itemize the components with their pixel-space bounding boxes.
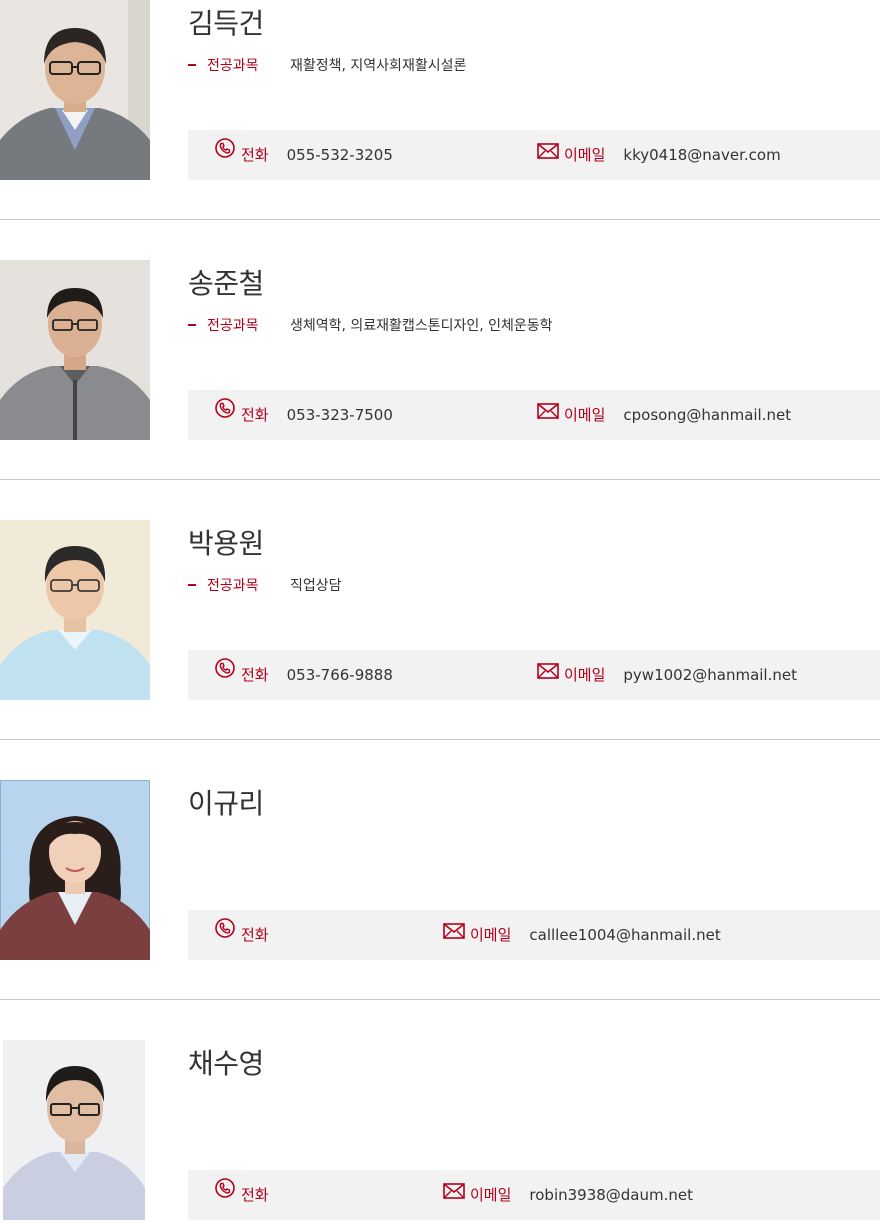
major-label: 전공과목	[207, 58, 259, 74]
major-label: 전공과목	[207, 578, 259, 594]
faculty-name: 김득건	[188, 7, 264, 40]
faculty-name: 채수영	[188, 1047, 264, 1080]
faculty-card: 김득건 전공과목 재활정책, 지역사회재활시설론 전화 055-532-3205 이…	[0, 0, 880, 180]
major-value: 생체역학, 의료재활캡스톤디자인, 인체운동학	[290, 318, 553, 334]
faculty-major: 전공과목 직업상담	[188, 576, 342, 596]
faculty-name: 박용원	[188, 527, 264, 560]
faculty-photo	[0, 520, 150, 700]
email-info: 이메일 robin3938@daum.net	[443, 1170, 693, 1220]
phone-label: 전화	[241, 146, 269, 164]
phone-value: 053-766-9888	[286, 666, 393, 684]
contact-bar: 전화 053-766-9888 이메일 pyw1002@hanmail.net	[188, 650, 880, 700]
phone-value: 053-323-7500	[286, 406, 393, 424]
phone-info: 전화 053-766-9888	[214, 650, 393, 700]
phone-info: 전화	[214, 910, 287, 960]
phone-icon	[214, 909, 236, 959]
envelope-icon	[443, 1169, 465, 1219]
email-label: 이메일	[470, 926, 512, 944]
phone-label: 전화	[241, 406, 269, 424]
phone-icon	[214, 1169, 236, 1219]
email-value[interactable]: pyw1002@hanmail.net	[623, 666, 797, 684]
email-info: 이메일 pyw1002@hanmail.net	[537, 650, 797, 700]
phone-value: 055-532-3205	[286, 146, 393, 164]
email-label: 이메일	[470, 1186, 512, 1204]
phone-info: 전화	[214, 1170, 287, 1220]
phone-info: 전화 055-532-3205	[214, 130, 393, 180]
email-info: 이메일 kky0418@naver.com	[537, 130, 781, 180]
phone-icon	[214, 129, 236, 179]
major-label: 전공과목	[207, 318, 259, 334]
major-value: 직업상담	[290, 578, 342, 594]
faculty-photo	[0, 0, 150, 180]
faculty-card: 박용원 전공과목 직업상담 전화 053-766-9888 이메일 pyw1002@h…	[0, 480, 880, 700]
dash-icon	[188, 324, 196, 326]
email-info: 이메일 cposong@hanmail.net	[537, 390, 791, 440]
contact-bar: 전화 055-532-3205 이메일 kky0418@naver.com	[188, 130, 880, 180]
faculty-major: 전공과목 생체역학, 의료재활캡스톤디자인, 인체운동학	[188, 316, 553, 336]
phone-icon	[214, 389, 236, 439]
email-info: 이메일 calllee1004@hanmail.net	[443, 910, 721, 960]
envelope-icon	[537, 129, 559, 179]
phone-label: 전화	[241, 926, 269, 944]
email-value[interactable]: calllee1004@hanmail.net	[529, 926, 720, 944]
faculty-photo	[0, 260, 150, 440]
faculty-card: 채수영 전화 이메일 robin3938@daum.net	[0, 1000, 880, 1220]
dash-icon	[188, 584, 196, 586]
email-value[interactable]: cposong@hanmail.net	[623, 406, 791, 424]
faculty-name: 이규리	[188, 787, 264, 820]
contact-bar: 전화 이메일 robin3938@daum.net	[188, 1170, 880, 1220]
contact-bar: 전화 053-323-7500 이메일 cposong@hanmail.net	[188, 390, 880, 440]
faculty-card: 송준철 전공과목 생체역학, 의료재활캡스톤디자인, 인체운동학 전화 053-32…	[0, 220, 880, 440]
faculty-photo	[0, 1040, 150, 1220]
envelope-icon	[443, 909, 465, 959]
email-value[interactable]: robin3938@daum.net	[529, 1186, 693, 1204]
email-label: 이메일	[564, 406, 606, 424]
dash-icon	[188, 64, 196, 66]
phone-info: 전화 053-323-7500	[214, 390, 393, 440]
major-value: 재활정책, 지역사회재활시설론	[290, 58, 467, 74]
phone-label: 전화	[241, 1186, 269, 1204]
email-value[interactable]: kky0418@naver.com	[623, 146, 780, 164]
faculty-photo	[0, 780, 150, 960]
envelope-icon	[537, 389, 559, 439]
phone-label: 전화	[241, 666, 269, 684]
envelope-icon	[537, 649, 559, 699]
faculty-card: 이규리 전화 이메일 calllee1004@hanmail.net	[0, 740, 880, 960]
email-label: 이메일	[564, 666, 606, 684]
contact-bar: 전화 이메일 calllee1004@hanmail.net	[188, 910, 880, 960]
phone-icon	[214, 649, 236, 699]
faculty-name: 송준철	[188, 267, 264, 300]
email-label: 이메일	[564, 146, 606, 164]
faculty-major: 전공과목 재활정책, 지역사회재활시설론	[188, 56, 466, 76]
